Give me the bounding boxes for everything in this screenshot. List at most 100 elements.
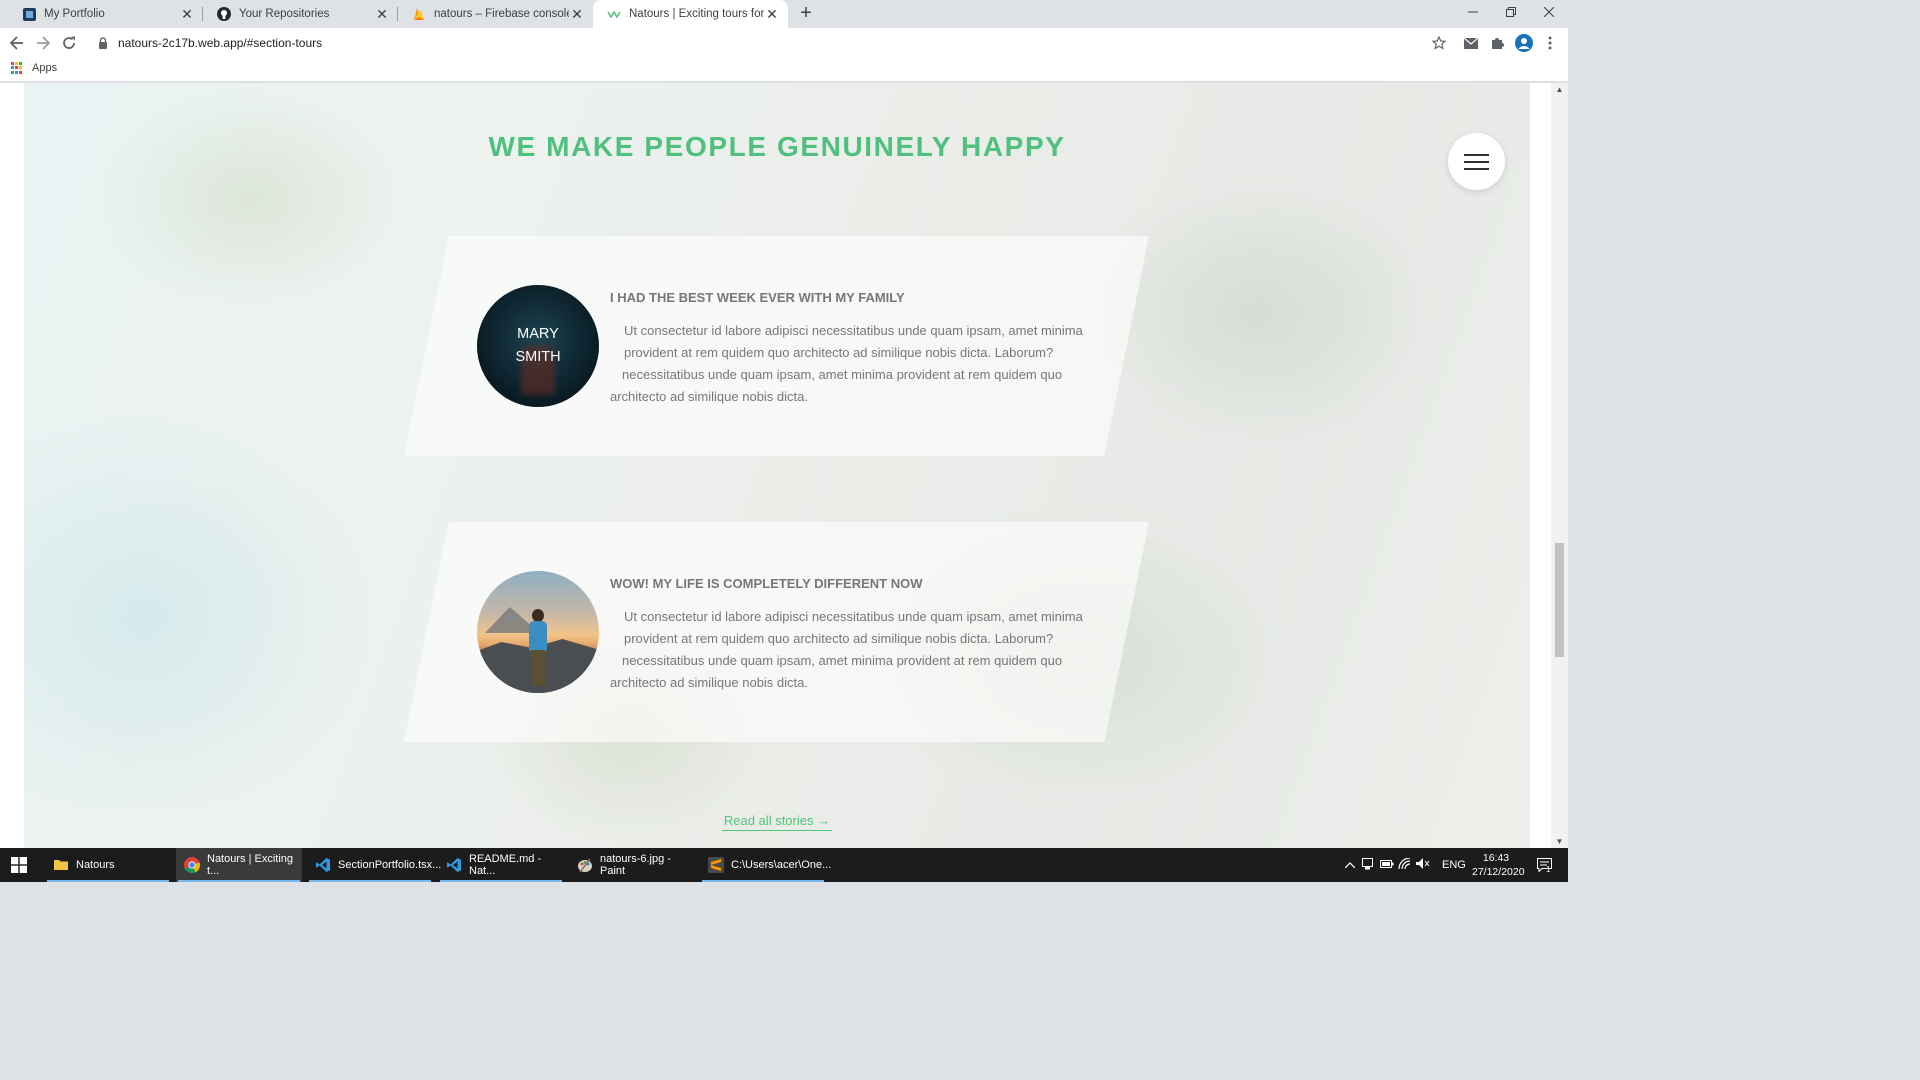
paint-icon (578, 858, 592, 873)
story-text-line: Ut consectetur id labore adipisci necess… (624, 323, 1083, 338)
clock-time: 16:43 (1482, 852, 1510, 864)
story-text-line: architecto ad similique nobis dicta. (610, 675, 808, 690)
system-tray: ENG (1342, 848, 1466, 882)
tab-title: Natours | Exciting tours for adver (629, 8, 764, 20)
taskbar-item-label: natours-6.jpg - Paint (600, 853, 671, 877)
story-avatar (477, 571, 599, 693)
start-button[interactable] (0, 848, 38, 882)
vscode-icon (447, 858, 461, 872)
section-stories: WE MAKE PEOPLE GENUINELY HAPPY MARY SMIT… (24, 83, 1530, 848)
vertical-scrollbar[interactable]: ▲ ▼ (1551, 83, 1568, 848)
lock-icon (98, 37, 112, 49)
minimize-button[interactable] (1454, 0, 1492, 24)
story-text: Ut consectetur id labore adipisci necess… (610, 606, 1090, 694)
scroll-up-arrow-icon[interactable]: ▲ (1555, 85, 1564, 94)
portfolio-icon (22, 7, 36, 21)
tab-natours[interactable]: Natours | Exciting tours for adver ✕ (593, 0, 788, 28)
taskbar-item-label: C:\Users\acer\One... (731, 859, 832, 871)
close-window-button[interactable] (1530, 0, 1568, 24)
story-text: Ut consectetur id labore adipisci necess… (610, 320, 1090, 408)
read-all-container: Read all stories → (24, 811, 1530, 831)
vscode-icon (316, 858, 330, 872)
story-avatar: MARY SMITH (477, 285, 599, 407)
scrollbar-thumb[interactable] (1555, 543, 1564, 657)
browser-toolbar: natours-2c17b.web.app/#section-tours (0, 28, 1568, 58)
avatar-caption: MARY SMITH (477, 285, 599, 407)
profile-avatar-icon[interactable] (1513, 32, 1535, 54)
bookmark-label: Apps (32, 62, 58, 74)
taskbar-item-label: README.md - Nat... (469, 853, 542, 877)
close-tab-icon[interactable]: ✕ (179, 6, 195, 22)
taskbar-clock[interactable]: 16:43 27/12/2020 (1472, 851, 1525, 879)
reload-icon[interactable] (58, 32, 80, 54)
chrome-menu-icon[interactable] (1539, 32, 1561, 54)
section-title: WE MAKE PEOPLE GENUINELY HAPPY (488, 131, 1066, 162)
battery-icon[interactable] (1380, 859, 1398, 871)
natours-icon (607, 7, 621, 21)
tab-firebase-console[interactable]: natours – Firebase console ✕ (398, 0, 593, 28)
menu-line (1464, 161, 1489, 163)
avatar-caption-line: MARY (517, 326, 559, 342)
taskbar-item-explorer[interactable]: Natours (45, 848, 171, 882)
story-card: MARY SMITH I had the best week ever with… (404, 236, 1149, 456)
close-tab-icon[interactable]: ✕ (764, 6, 780, 22)
mail-extension-icon[interactable] (1460, 32, 1482, 54)
story-text-line: necessitatibus unde quam ipsam, amet min… (622, 653, 1063, 668)
avatar-caption-line: SMITH (515, 349, 561, 365)
menu-line (1464, 154, 1489, 156)
chevron-up-icon[interactable] (1342, 859, 1358, 871)
page-viewport: WE MAKE PEOPLE GENUINELY HAPPY MARY SMIT… (0, 83, 1568, 848)
github-icon (217, 7, 231, 21)
story-heading: I had the best week ever with my family (610, 290, 905, 305)
extensions-puzzle-icon[interactable] (1486, 32, 1508, 54)
new-tab-button[interactable]: + (795, 3, 817, 25)
story-text-line: provident at rem quidem quo architecto a… (624, 631, 1054, 646)
story-text-line: architecto ad similique nobis dicta. (610, 389, 808, 404)
tab-title: Your Repositories (239, 8, 330, 20)
wifi-icon[interactable] (1398, 857, 1416, 872)
bookmark-star-icon[interactable] (1428, 32, 1450, 54)
volume-muted-icon[interactable] (1416, 858, 1436, 872)
taskbar-item-vscode-1[interactable]: SectionPortfolio.tsx... (307, 848, 441, 882)
back-icon[interactable] (6, 32, 28, 54)
taskbar-item-sublime[interactable]: C:\Users\acer\One... (700, 848, 831, 882)
bookmark-apps[interactable]: Apps (11, 62, 57, 74)
story-card: WOW! My life is completely different now… (404, 522, 1149, 742)
chrome-icon (184, 857, 200, 873)
windows-logo-icon (11, 857, 27, 873)
forward-icon[interactable] (32, 32, 54, 54)
taskbar-item-vscode-2[interactable]: README.md - Nat... (438, 848, 564, 882)
device-icon[interactable] (1362, 857, 1380, 873)
taskbar-item-chrome[interactable]: Natours | Exciting t... (176, 848, 302, 882)
taskbar-item-label: Natours | Exciting t... (207, 853, 294, 877)
tab-title: natours – Firebase console (434, 8, 569, 20)
taskbar-item-label: SectionPortfolio.tsx... (338, 859, 442, 871)
close-tab-icon[interactable]: ✕ (374, 6, 390, 22)
browser-tab-strip: My Portfolio ✕ Your Repositories ✕ natou… (0, 0, 1568, 28)
sublime-icon (708, 857, 724, 873)
notification-count: 1 (1546, 865, 1551, 874)
scroll-down-arrow-icon[interactable]: ▼ (1555, 837, 1564, 846)
read-all-stories-link[interactable]: Read all stories → (721, 811, 833, 831)
language-indicator[interactable]: ENG (1442, 859, 1466, 871)
restore-button[interactable] (1492, 0, 1530, 24)
story-heading: WOW! My life is completely different now (610, 576, 923, 591)
taskbar-item-label: Natours (76, 859, 115, 871)
firebase-icon (412, 7, 426, 21)
story-text-line: necessitatibus unde quam ipsam, amet min… (622, 367, 1063, 382)
navigation-menu-button[interactable] (1448, 133, 1505, 190)
action-center-button[interactable]: 1 (1532, 848, 1556, 882)
story-text-line: Ut consectetur id labore adipisci necess… (624, 609, 1083, 624)
taskbar-item-paint[interactable]: natours-6.jpg - Paint (569, 848, 695, 882)
apps-grid-icon (11, 62, 23, 74)
address-bar[interactable]: natours-2c17b.web.app/#section-tours (86, 30, 1456, 56)
close-tab-icon[interactable]: ✕ (569, 6, 585, 22)
clock-date: 27/12/2020 (1472, 866, 1525, 878)
story-text-line: provident at rem quidem quo architecto a… (624, 345, 1054, 360)
tab-my-portfolio[interactable]: My Portfolio ✕ (8, 0, 203, 28)
url-text: natours-2c17b.web.app/#section-tours (118, 36, 323, 50)
bookmarks-bar: Apps (0, 58, 1568, 82)
tab-title: My Portfolio (44, 8, 105, 20)
tab-your-repositories[interactable]: Your Repositories ✕ (203, 0, 398, 28)
windows-taskbar: Natours Natours | Exciting t... SectionP… (0, 848, 1568, 882)
